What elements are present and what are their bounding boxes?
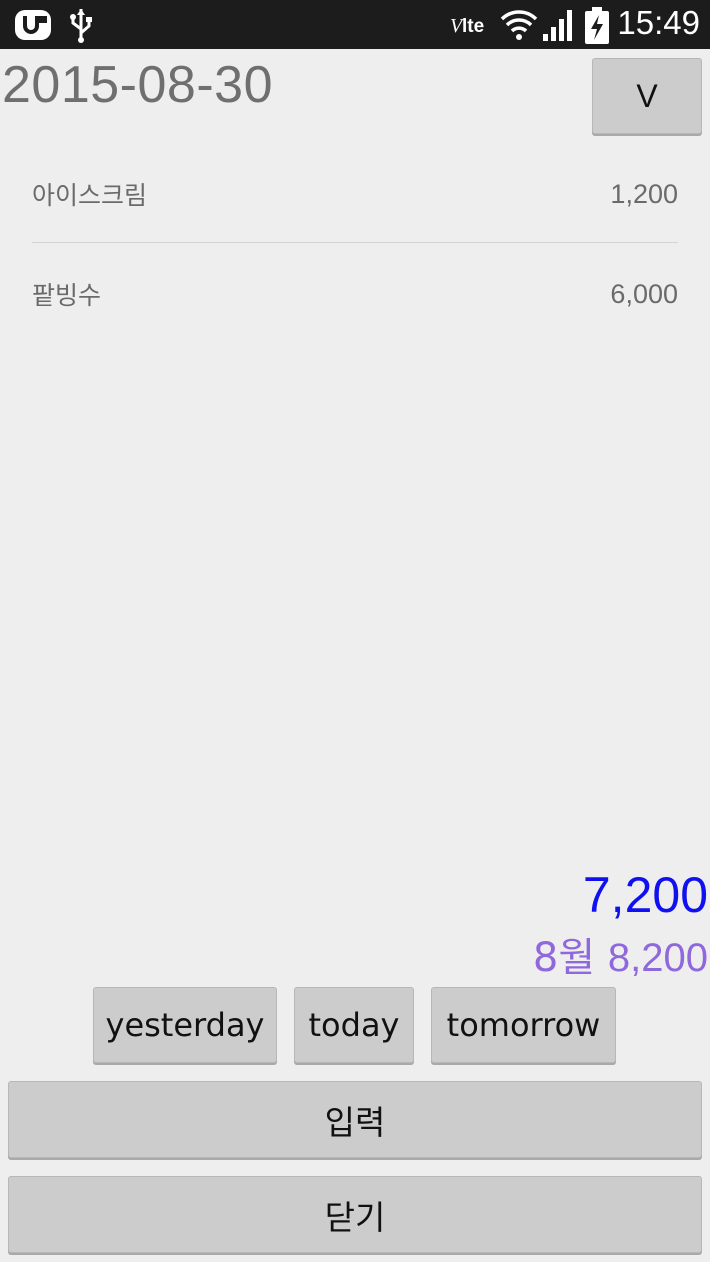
month-total: 8월 8,200 xyxy=(533,925,708,983)
list-item[interactable]: 팥빙수 6,000 xyxy=(32,244,678,344)
input-button[interactable]: 입력 xyxy=(8,1081,702,1158)
date-title: 2015-08-30 xyxy=(2,56,273,114)
list-divider xyxy=(32,242,678,243)
today-button[interactable]: today xyxy=(294,987,414,1063)
yesterday-button[interactable]: yesterday xyxy=(93,987,277,1063)
v-button[interactable]: V xyxy=(592,58,702,134)
battery-charging-icon xyxy=(584,7,610,49)
usb-icon xyxy=(68,7,94,47)
entry-name: 팥빙수 xyxy=(32,281,102,310)
day-total: 7,200 xyxy=(582,867,708,923)
entry-amount: 1,200 xyxy=(610,178,678,209)
close-button[interactable]: 닫기 xyxy=(8,1176,702,1253)
volte-icon: V lte xyxy=(450,12,498,42)
volte-lte-text: lte xyxy=(462,16,484,37)
entry-name: 아이스크림 xyxy=(32,181,148,210)
wifi-icon xyxy=(500,7,538,47)
month-label: 8월 xyxy=(532,935,596,981)
list-item[interactable]: 아이스크림 1,200 xyxy=(32,144,678,244)
signal-icon xyxy=(542,7,576,47)
u-plus-icon xyxy=(14,7,54,47)
month-total-value: 8,200 xyxy=(607,936,708,980)
tomorrow-button[interactable]: tomorrow xyxy=(431,987,616,1063)
entry-amount: 6,000 xyxy=(610,278,678,309)
status-time: 15:49 xyxy=(617,4,700,41)
status-bar: V lte 15:49 xyxy=(0,0,710,49)
